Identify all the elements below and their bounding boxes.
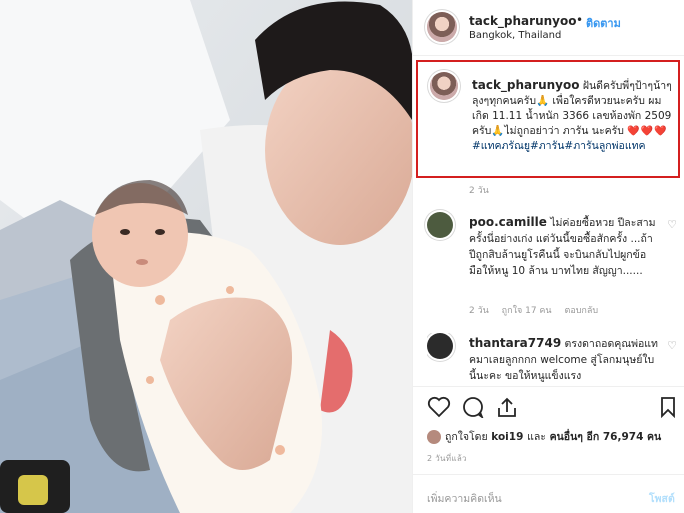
action-bar bbox=[427, 396, 677, 422]
commenter-avatar[interactable] bbox=[427, 333, 453, 359]
author-username[interactable]: tack_pharunyoo bbox=[469, 14, 576, 28]
comment-meta: 2 วัน ถูกใจ 17 คน ตอบกลับ bbox=[469, 303, 608, 317]
caption-highlight-box: tack_pharunyoo ฝันดีครับพี่ๆป้าๆน้าๆลุงๆ… bbox=[416, 60, 680, 178]
comment-time: 2 วัน bbox=[469, 306, 489, 316]
caption-hashtags[interactable]: #แทคภรัณยู#ภารัน#ภารันลูกพ่อแทค bbox=[472, 140, 646, 152]
likes-prefix: ถูกใจโดย bbox=[445, 431, 488, 443]
caption-text: tack_pharunyoo ฝันดีครับพี่ๆป้าๆน้าๆลุงๆ… bbox=[472, 78, 677, 154]
post-sidebar: tack_pharunyoo • ติดตาม Bangkok, Thailan… bbox=[412, 0, 684, 513]
reply-button[interactable]: ตอบกลับ bbox=[564, 306, 598, 316]
divider bbox=[413, 386, 684, 387]
post-time: 2 วันที่แล้ว bbox=[427, 454, 467, 463]
bookmark-icon[interactable] bbox=[659, 396, 677, 418]
caption-time: 2 วัน bbox=[469, 186, 489, 196]
caption-username[interactable]: tack_pharunyoo bbox=[472, 78, 579, 92]
comment-like-icon[interactable]: ♡ bbox=[667, 339, 677, 352]
caption-hearts: ❤️❤️❤️ bbox=[627, 126, 668, 137]
comment-likes[interactable]: ถูกใจ 17 คน bbox=[502, 306, 552, 316]
commenter-avatar[interactable] bbox=[427, 212, 453, 238]
separator-dot: • bbox=[576, 13, 584, 27]
likes-summary[interactable]: ถูกใจโดย koi19 และ คนอื่นๆ อีก 76,974 คน bbox=[427, 428, 661, 445]
comment-item: thantara7749 ตรงดาถอดคุณพ่อแทคมาเลยลูกกก… bbox=[427, 333, 677, 383]
add-comment-input[interactable]: เพิ่มความคิดเห็น bbox=[427, 490, 502, 507]
liker-username[interactable]: koi19 bbox=[491, 431, 523, 443]
comment-icon[interactable] bbox=[461, 396, 485, 418]
comment-username[interactable]: thantara7749 bbox=[469, 336, 561, 350]
divider bbox=[413, 474, 684, 475]
likes-middle: และ bbox=[527, 431, 546, 443]
comment-item: poo.camille ไม่ค่อยซื้อหวย ปีละสามครั้งน… bbox=[427, 212, 677, 320]
post-comment-button[interactable]: โพสต์ bbox=[649, 490, 675, 507]
comment-like-icon[interactable]: ♡ bbox=[667, 218, 677, 231]
instagram-post-page: tack_pharunyoo • ติดตาม Bangkok, Thailan… bbox=[0, 0, 684, 513]
liker-avatar bbox=[427, 430, 441, 444]
post-header: tack_pharunyoo • ติดตาม Bangkok, Thailan… bbox=[413, 0, 684, 56]
post-photo[interactable] bbox=[0, 0, 412, 513]
author-avatar[interactable] bbox=[427, 12, 457, 42]
share-icon[interactable] bbox=[495, 396, 519, 418]
comment-text: thantara7749 ตรงดาถอดคุณพ่อแทคมาเลยลูกกก… bbox=[469, 335, 659, 383]
post-location[interactable]: Bangkok, Thailand bbox=[469, 30, 561, 41]
caption-avatar[interactable] bbox=[430, 72, 458, 100]
follow-button[interactable]: ติดตาม bbox=[586, 14, 621, 32]
likes-count[interactable]: คนอื่นๆ อีก 76,974 คน bbox=[550, 431, 662, 443]
heart-icon[interactable] bbox=[427, 396, 451, 418]
comment-username[interactable]: poo.camille bbox=[469, 215, 547, 229]
comment-text: poo.camille ไม่ค่อยซื้อหวย ปีละสามครั้งน… bbox=[469, 214, 659, 279]
